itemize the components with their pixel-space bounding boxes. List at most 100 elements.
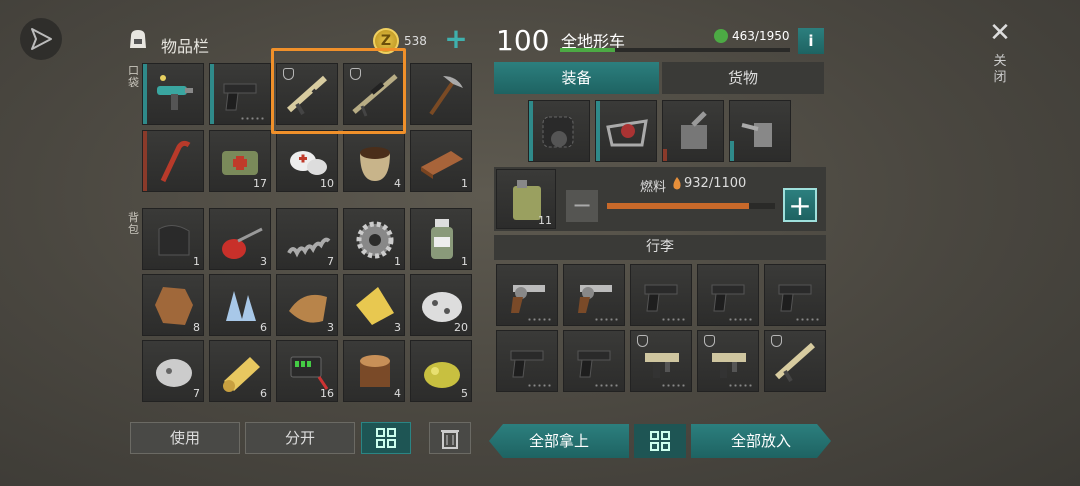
item-count: 7 [327,255,334,268]
pocket-slot[interactable]: 1 [410,130,472,192]
luggage-slot[interactable] [697,264,759,326]
luggage-slot[interactable] [563,264,625,326]
backpack-slot[interactable]: 1 [343,208,405,270]
backpack-slot[interactable]: 8 [142,274,204,336]
item-count: 3 [394,321,401,334]
pocket-slot[interactable] [142,63,204,125]
equipment-slot[interactable] [595,100,657,162]
luggage-slot[interactable] [496,330,558,392]
crowbar-icon [160,140,191,183]
backpack-slot[interactable]: 5 [410,340,472,402]
luggage-slot[interactable] [563,330,625,392]
pocket-slot[interactable] [142,130,204,192]
equipment-slot[interactable] [662,100,724,162]
pistol-icon [778,284,812,312]
luggage-slot[interactable] [496,264,558,326]
luggage-slot[interactable] [630,330,692,392]
rubber-sheet-icon [158,225,190,256]
luggage-title: 行李 [494,235,826,260]
take-all-button[interactable]: 全部拿上 [489,424,629,458]
revolver-icon [511,285,545,313]
seed-sack-icon [360,147,390,181]
item-count: 1 [461,255,468,268]
fuel-bar[interactable] [607,203,775,209]
equipment-slot[interactable] [528,100,590,162]
pocket-slot[interactable]: 4 [343,130,405,192]
coin-count: 538 [404,34,427,48]
info-button[interactable]: i [798,28,824,54]
sort-luggage-button[interactable] [634,424,686,458]
item-count: 20 [454,321,468,334]
capacity-fill [560,48,616,52]
fuel-canister-slot[interactable]: 11 [496,169,556,229]
backpack-slot[interactable]: 6 [209,274,271,336]
vehicle-level: 100 [496,24,550,57]
backpack-slot[interactable]: 6 [209,340,271,402]
flame-icon [672,176,682,190]
item-count: 1 [193,255,200,268]
trash-button[interactable] [429,422,471,454]
backpack-slot[interactable]: 1 [410,208,472,270]
tab-cargo[interactable]: 货物 [662,62,824,94]
fuel-fill [607,203,750,209]
luggage-slot[interactable] [630,264,692,326]
bottle-icon [431,219,453,259]
snake-skin-icon [289,294,327,323]
smg-icon [712,353,746,378]
luggage-slot[interactable] [764,330,826,392]
item-count: 3 [327,321,334,334]
pocket-slot[interactable]: 10 [276,130,338,192]
turret-icon [741,123,772,147]
equipment-slot[interactable] [729,100,791,162]
close-button[interactable]: ✕ 关闭 [980,18,1020,108]
item-count: 1 [461,177,468,190]
wrench-icon [714,29,728,43]
engine-icon [681,111,707,149]
backpack-icon [126,28,150,50]
spring-icon [287,237,331,258]
vehicle-frame-icon [606,119,648,147]
backpack-slot[interactable]: 3 [343,274,405,336]
grid-icon [650,431,670,451]
capacity-bar [560,48,790,52]
tire-icon [542,116,574,148]
add-coins-button[interactable]: + [444,25,468,53]
item-count: 4 [394,177,401,190]
grid-icon [376,428,396,448]
pocket-slot[interactable] [209,63,271,125]
luggage-slot[interactable] [697,330,759,392]
luggage-slot[interactable] [764,264,826,326]
use-button[interactable]: 使用 [130,422,240,454]
backpack-slot[interactable]: 20 [410,274,472,336]
pocket-slot[interactable]: 17 [209,130,271,192]
backpack-label: 背包 [128,211,139,236]
put-all-button[interactable]: 全部放入 [691,424,831,458]
tab-equipment[interactable]: 装备 [494,62,659,94]
crystal-icon [226,291,256,321]
stone-icon [156,359,192,387]
close-label: 关闭 [993,54,1007,85]
fuel-plus-button[interactable]: + [783,188,817,222]
revolver-icon [578,285,612,313]
pocket-slot[interactable] [410,63,472,125]
gear-icon [356,221,394,259]
backpack-slot[interactable]: 7 [142,340,204,402]
share-button[interactable] [20,18,62,60]
backpack-slot[interactable]: 1 [142,208,204,270]
split-button[interactable]: 分开 [245,422,355,454]
pickaxe-icon [429,76,463,116]
backpack-slot[interactable]: 4 [343,340,405,402]
inventory-title: 物品栏 [161,37,210,56]
sort-button[interactable] [361,422,411,454]
pistol-icon [510,350,544,378]
backpack-slot[interactable]: 3 [276,274,338,336]
backpack-slot[interactable]: 16 [276,340,338,402]
backpack-slot[interactable]: 3 [209,208,271,270]
smg-icon [645,353,679,378]
raygun-icon [157,75,193,110]
backpack-slot[interactable]: 7 [276,208,338,270]
item-count: 3 [260,255,267,268]
pistol-icon [577,350,611,378]
item-count: 4 [394,387,401,400]
fuel-minus-button[interactable]: − [566,190,598,222]
